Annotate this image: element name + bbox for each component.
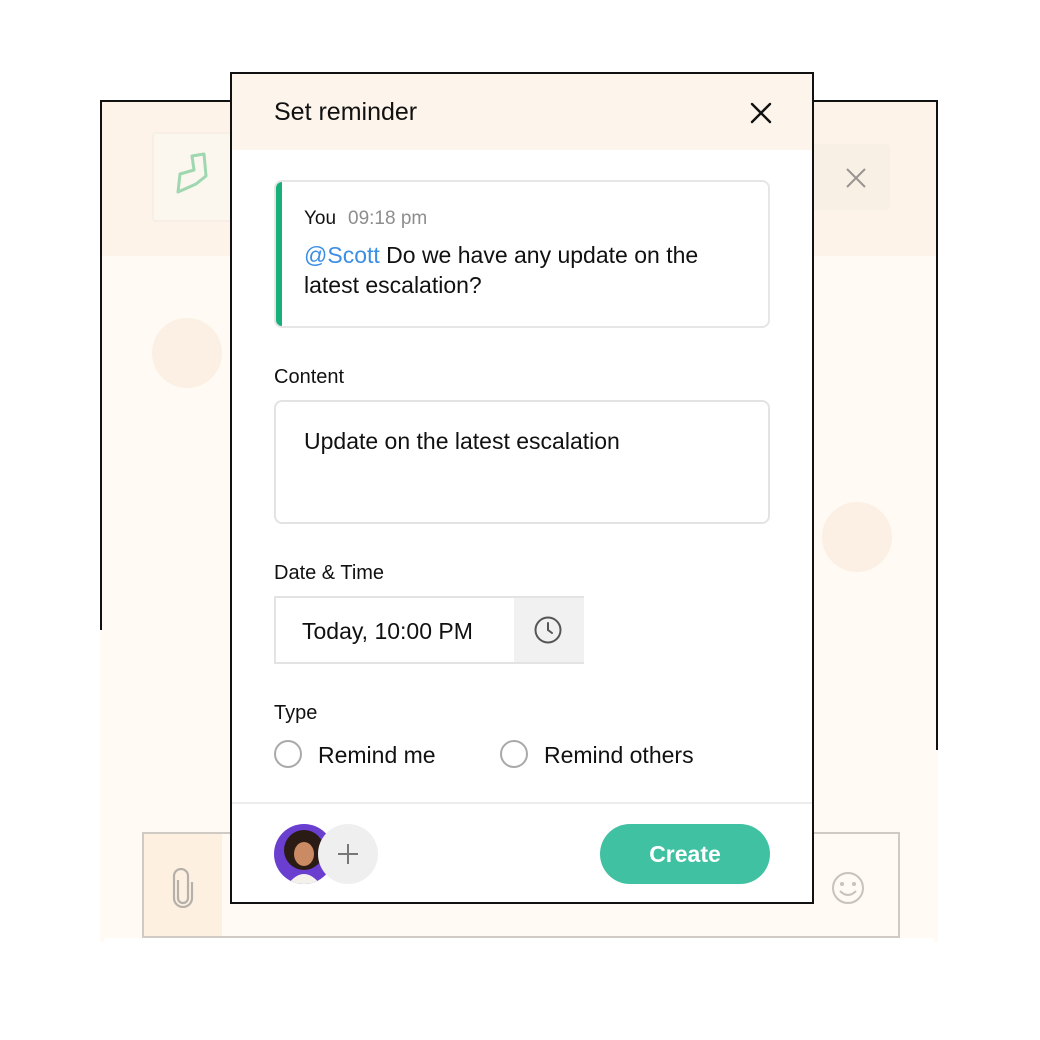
clock-button[interactable]	[514, 598, 584, 662]
chat-logo-icon	[176, 152, 208, 194]
type-label: Type	[274, 702, 318, 724]
datetime-value: Today, 10:00 PM	[302, 618, 473, 644]
radio-label: Remind me	[318, 742, 436, 768]
content-value: Update on the latest escalation	[304, 428, 620, 454]
mention-link[interactable]: @Scott	[304, 242, 380, 268]
quote-accent-bar	[276, 182, 282, 326]
dialog-title: Set reminder	[274, 98, 418, 126]
set-reminder-dialog: Set reminder You 09:18 pm @Scott Do we h…	[230, 72, 814, 904]
chat-logo	[152, 132, 236, 222]
add-participant-button[interactable]	[318, 824, 378, 884]
radio-circle[interactable]	[500, 740, 528, 768]
datetime-label: Date & Time	[274, 562, 385, 584]
background-avatar	[822, 502, 892, 572]
background-avatar	[152, 318, 222, 388]
dialog-header: Set reminder	[232, 74, 812, 150]
datetime-field[interactable]: Today, 10:00 PM	[274, 596, 584, 664]
radio-label: Remind others	[544, 742, 694, 768]
paperclip-icon[interactable]	[170, 868, 196, 908]
radio-remind-me[interactable]: Remind me	[274, 738, 474, 772]
smiley-icon[interactable]	[830, 870, 866, 906]
quoted-message: You 09:18 pm @Scott Do we have any updat…	[274, 180, 770, 328]
radio-circle[interactable]	[274, 740, 302, 768]
plus-icon	[338, 844, 358, 864]
content-label: Content	[274, 366, 345, 388]
create-button[interactable]: Create	[600, 824, 770, 884]
radio-remind-others[interactable]: Remind others	[500, 738, 740, 772]
clock-icon	[534, 616, 562, 644]
message-text: @Scott Do we have any update on the late…	[304, 240, 744, 300]
message-time: 09:18 pm	[348, 208, 428, 229]
close-icon[interactable]	[748, 100, 774, 126]
message-author: You	[304, 208, 337, 229]
close-icon[interactable]	[844, 166, 868, 190]
footer-divider	[232, 802, 812, 804]
content-input[interactable]: Update on the latest escalation	[274, 400, 770, 524]
